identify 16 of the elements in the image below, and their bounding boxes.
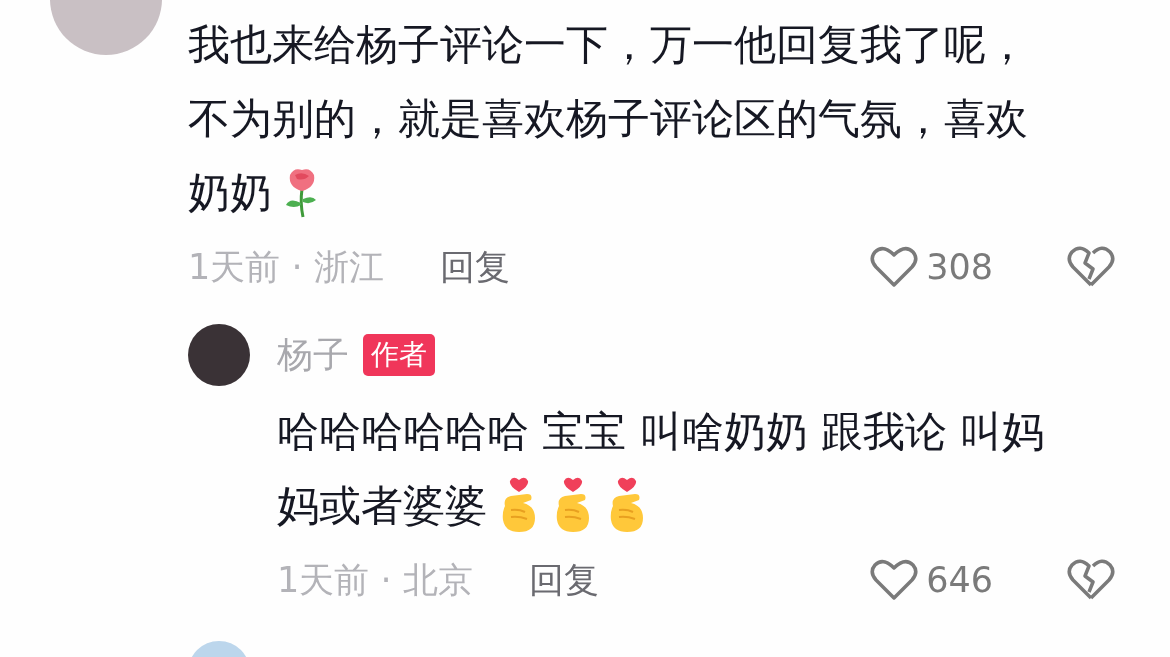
broken-heart-icon[interactable] xyxy=(1067,245,1115,289)
comment-text-line: 奶奶 xyxy=(188,167,272,219)
comment-time-location: 1天前 · 浙江 xyxy=(188,245,384,289)
like-count: 646 xyxy=(926,560,993,600)
like-heart-icon[interactable] xyxy=(870,558,919,602)
comment-text-line: 哈哈哈哈哈哈 宝宝 叫啥奶奶 跟我论 叫妈 xyxy=(277,406,1045,458)
author-badge: 作者 xyxy=(363,334,435,376)
like-heart-icon[interactable] xyxy=(870,245,919,289)
comment-text-line: 妈或者婆婆 xyxy=(277,480,487,532)
broken-heart-icon[interactable] xyxy=(1067,558,1115,602)
reply-button[interactable]: 回复 xyxy=(439,243,510,291)
like-count: 308 xyxy=(926,247,993,287)
comment-text-line: 我也来给杨子评论一下，万一他回复我了呢， xyxy=(188,19,1028,71)
comment-time-location: 1天前 · 北京 xyxy=(277,558,473,602)
comment-text-line: 不为别的，就是喜欢杨子评论区的气氛，喜欢 xyxy=(188,93,1028,145)
reply-button[interactable]: 回复 xyxy=(528,556,599,604)
